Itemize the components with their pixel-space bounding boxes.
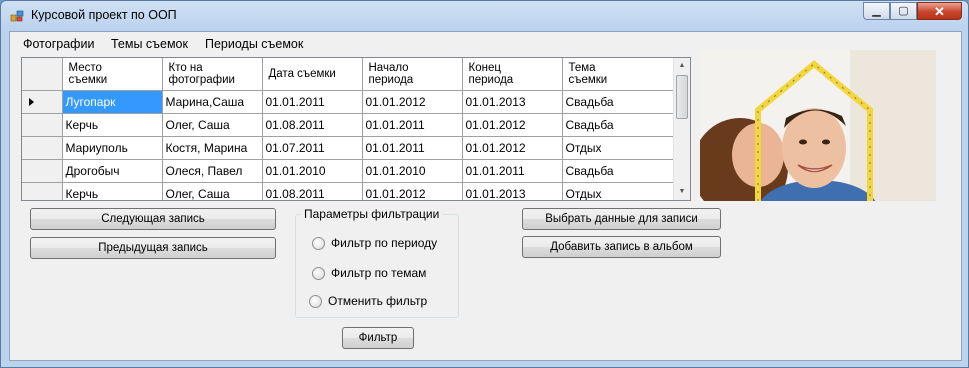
column-header-line: Тема <box>568 61 596 74</box>
grid-cell[interactable]: 01.08.2011 <box>262 182 363 200</box>
maximize-button[interactable]: ▢ <box>890 2 917 20</box>
grid-cell[interactable]: Олег, Саша <box>162 113 263 137</box>
radio-circle-icon[interactable] <box>312 266 325 280</box>
grid-cell[interactable]: Свадьба <box>562 90 675 114</box>
grid-cell[interactable]: Керчь <box>62 113 163 137</box>
row-header[interactable] <box>22 136 63 160</box>
row-header-corner <box>22 58 63 91</box>
column-header-line: съемки <box>568 73 608 86</box>
table-row[interactable]: Мариуполь Костя, Марина 01.07.2011 01.01… <box>22 136 675 160</box>
grid-cell[interactable]: 01.01.2010 <box>362 159 463 183</box>
grid-cell[interactable]: 01.08.2011 <box>262 113 363 137</box>
app-window: Курсовой проект по ООП ▁ ▢ ✕ Фотографии … <box>0 0 969 368</box>
radio-label: Фильтр по темам <box>331 266 427 280</box>
current-row-arrow-icon <box>29 97 34 106</box>
radio-cancel-filter[interactable]: Отменить фильтр <box>309 294 427 308</box>
row-header[interactable] <box>22 182 63 200</box>
radio-label: Отменить фильтр <box>328 294 428 308</box>
scroll-thumb[interactable] <box>676 75 688 119</box>
grid-cell[interactable]: Мариуполь <box>62 136 163 160</box>
scroll-up-arrow-icon[interactable]: ▲ <box>674 58 690 74</box>
grid-vertical-scrollbar[interactable]: ▲ ▼ <box>673 58 690 200</box>
scroll-down-arrow-icon[interactable]: ▼ <box>674 184 690 200</box>
title-bar[interactable]: Курсовой проект по ООП ▁ ▢ ✕ <box>1 1 968 31</box>
table-row[interactable]: Лугопарк Марина,Саша 01.01.2011 01.01.20… <box>22 90 675 114</box>
grid-cell[interactable]: Отдых <box>562 182 675 200</box>
column-header-line: съемки <box>68 73 108 86</box>
table-row[interactable]: Дрогобыч Олеся, Павел 01.01.2010 01.01.2… <box>22 159 675 183</box>
column-header-people[interactable]: Кто на фотографии <box>162 58 263 91</box>
caption-buttons: ▁ ▢ ✕ <box>863 2 962 20</box>
grid-cell[interactable]: 01.01.2011 <box>462 159 563 183</box>
filter-groupbox: Параметры фильтрации Фильтр по периоду Ф… <box>295 207 459 318</box>
add-to-album-button[interactable]: Добавить запись в альбом <box>522 236 721 258</box>
grid-cell[interactable]: 01.01.2012 <box>362 182 463 200</box>
menu-themes[interactable]: Темы съемок <box>107 36 192 52</box>
filter-button[interactable]: Фильтр <box>342 327 414 349</box>
column-header-line: Кто на <box>168 61 203 74</box>
grid-cell[interactable]: Керчь <box>62 182 163 200</box>
minimize-button[interactable]: ▁ <box>863 2 890 20</box>
grid-header-row: Место съемки Кто на фотографии Дата съемки… <box>22 58 675 91</box>
grid-cell[interactable]: 01.01.2010 <box>262 159 363 183</box>
column-header-line: фотографии <box>168 73 235 86</box>
grid-cell[interactable]: 01.01.2013 <box>462 90 563 114</box>
column-header-location[interactable]: Место съемки <box>62 58 163 91</box>
radio-circle-icon[interactable] <box>312 236 325 250</box>
row-header[interactable] <box>22 90 63 114</box>
grid-cell[interactable]: Костя, Марина <box>162 136 263 160</box>
next-record-button[interactable]: Следующая запись <box>30 208 276 230</box>
grid-cell[interactable]: Олеся, Павел <box>162 159 263 183</box>
grid-cell[interactable]: 01.01.2012 <box>462 113 563 137</box>
column-header-shoot-date[interactable]: Дата съемки <box>262 58 363 91</box>
radio-filter-themes[interactable]: Фильтр по темам <box>312 266 426 280</box>
column-header-line: периода <box>368 73 414 86</box>
column-header-line: Место <box>68 61 102 74</box>
app-icon <box>10 10 24 22</box>
column-header-line: Конец <box>468 61 501 74</box>
grid-cell[interactable]: 01.01.2012 <box>362 90 463 114</box>
select-data-button[interactable]: Выбрать данные для записи <box>522 208 721 230</box>
window-title: Курсовой проект по ООП <box>31 8 177 22</box>
column-header-line: периода <box>468 73 514 86</box>
grid-table: Место съемки Кто на фотографии Дата съемки… <box>22 58 675 200</box>
menu-periods[interactable]: Периоды съемок <box>201 36 307 52</box>
grid-cell[interactable]: 01.01.2012 <box>462 136 563 160</box>
grid-cell[interactable]: 01.07.2011 <box>262 136 363 160</box>
prev-record-button[interactable]: Предыдущая запись <box>30 237 276 259</box>
data-grid[interactable]: Место съемки Кто на фотографии Дата съемки… <box>21 57 691 201</box>
grid-cell[interactable]: Отдых <box>562 136 675 160</box>
column-header-theme[interactable]: Тема съемки <box>562 58 675 91</box>
row-header[interactable] <box>22 159 63 183</box>
filter-groupbox-title: Параметры фильтрации <box>301 207 443 221</box>
client-area: Фотографии Темы съемок Периоды съемок Ме… <box>9 31 962 361</box>
grid-cell[interactable]: 01.01.2011 <box>262 90 363 114</box>
row-header[interactable] <box>22 113 63 137</box>
table-row[interactable]: Керчь Олег, Саша 01.08.2011 01.01.2012 0… <box>22 182 675 200</box>
grid-cell[interactable]: 01.01.2013 <box>462 182 563 200</box>
column-header-period-end[interactable]: Конец периода <box>462 58 563 91</box>
column-header-line: Дата съемки <box>268 67 336 80</box>
column-header-period-start[interactable]: Начало периода <box>362 58 463 91</box>
grid-cell[interactable]: Свадьба <box>562 113 675 137</box>
grid-cell[interactable]: Марина,Саша <box>162 90 263 114</box>
close-button[interactable]: ✕ <box>917 2 962 20</box>
grid-cell[interactable]: Лугопарк <box>62 90 163 114</box>
grid-cell[interactable]: 01.01.2011 <box>362 136 463 160</box>
grid-cell[interactable]: Дрогобыч <box>62 159 163 183</box>
table-row[interactable]: Керчь Олег, Саша 01.08.2011 01.01.2011 0… <box>22 113 675 137</box>
grid-cell[interactable]: Олег, Саша <box>162 182 263 200</box>
radio-circle-icon[interactable] <box>309 294 322 308</box>
radio-label: Фильтр по периоду <box>331 236 438 250</box>
radio-filter-period[interactable]: Фильтр по периоду <box>312 236 437 250</box>
menu-photos[interactable]: Фотографии <box>19 36 98 52</box>
couple-photo <box>700 50 936 201</box>
grid-cell[interactable]: 01.01.2011 <box>362 113 463 137</box>
column-header-line: Начало <box>368 61 409 74</box>
grid-cell[interactable]: Свадьба <box>562 159 675 183</box>
